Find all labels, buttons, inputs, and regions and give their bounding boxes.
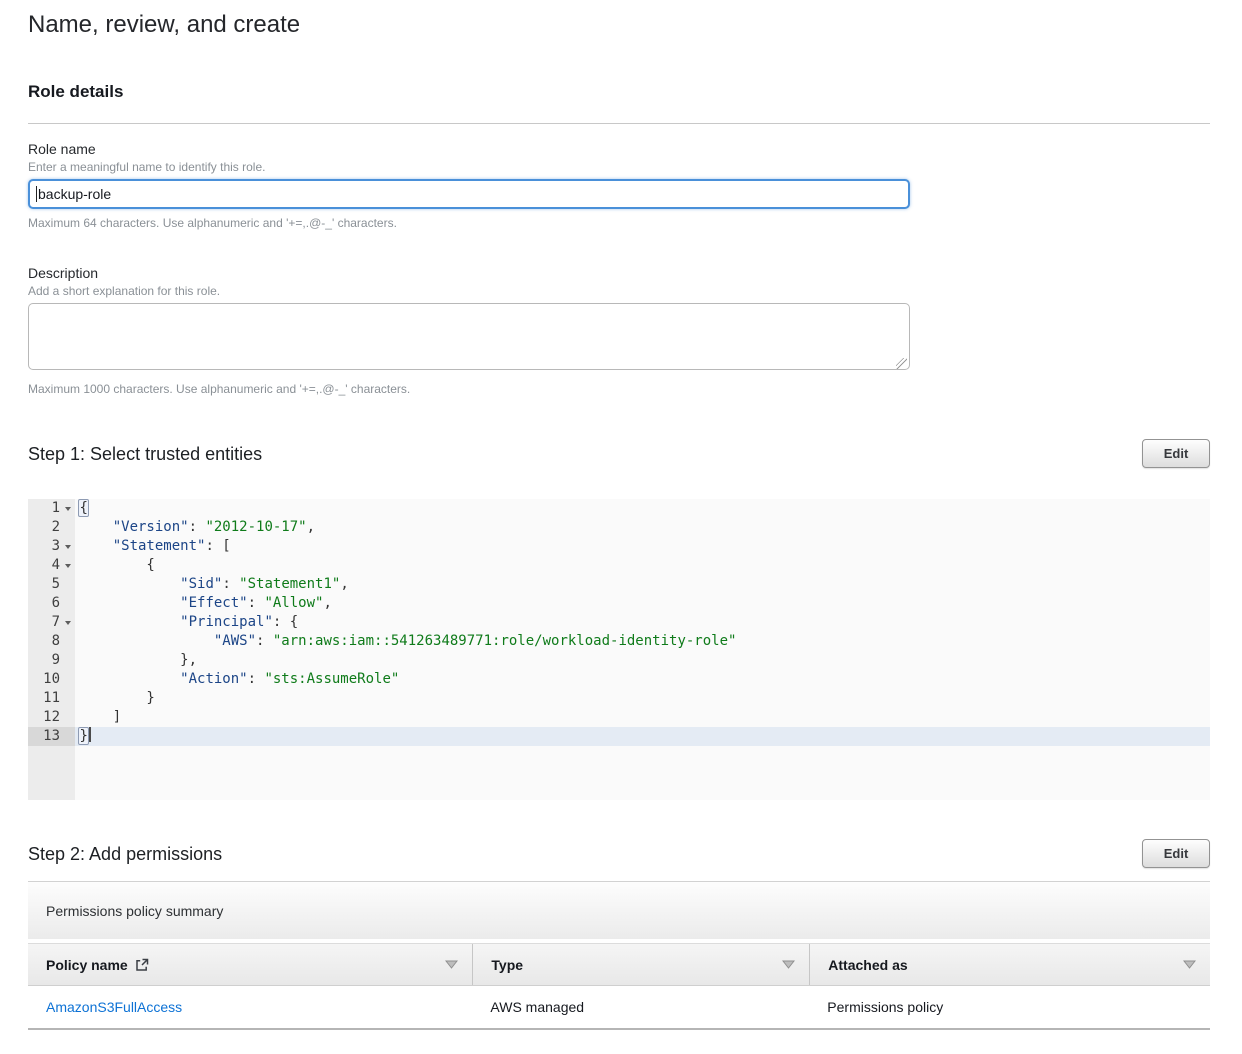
step2-header: Step 2: Add permissions Edit (28, 839, 1210, 868)
permissions-panel-title: Permissions policy summary (28, 882, 1210, 939)
policy-attached-as: Permissions policy (809, 999, 1210, 1015)
external-link-icon (135, 958, 149, 972)
sort-icon[interactable] (1183, 960, 1196, 969)
description-textarea[interactable] (28, 303, 910, 370)
gutter-line-number: 10 (28, 670, 75, 689)
text-caret (36, 186, 37, 202)
code-line-7[interactable]: "Principal": { (79, 613, 1210, 632)
gutter-line-number: 6 (28, 594, 75, 613)
gutter-line-number: 13 (28, 727, 75, 746)
code-line-2[interactable]: "Version": "2012-10-17", (79, 518, 1210, 537)
sort-icon[interactable] (445, 960, 458, 969)
step1-header: Step 1: Select trusted entities Edit (28, 439, 1210, 468)
step2-heading: Step 2: Add permissions (28, 842, 222, 866)
role-details-heading: Role details (28, 82, 1210, 102)
code-line-12[interactable]: ] (79, 708, 1210, 727)
page-title: Name, review, and create (28, 10, 1210, 40)
step1-edit-button[interactable]: Edit (1142, 439, 1210, 468)
editor-gutter: 12345678910111213 (28, 499, 75, 800)
gutter-line-number: 8 (28, 632, 75, 651)
editor-caret (89, 727, 91, 742)
code-line-6[interactable]: "Effect": "Allow", (79, 594, 1210, 613)
code-line-9[interactable]: }, (79, 651, 1210, 670)
step2-edit-button[interactable]: Edit (1142, 839, 1210, 868)
role-name-input[interactable] (28, 179, 910, 209)
column-header-attached-as[interactable]: Attached as (809, 944, 1210, 985)
code-line-13[interactable]: } (75, 727, 1210, 746)
fold-arrow-icon[interactable] (65, 507, 71, 511)
policy-table-body: AmazonS3FullAccess AWS managedPermissions… (28, 986, 1210, 1030)
type-header-label: Type (491, 957, 523, 973)
code-line-3[interactable]: "Statement": [ (79, 537, 1210, 556)
code-line-10[interactable]: "Action": "sts:AssumeRole" (79, 670, 1210, 689)
gutter-line-number: 4 (28, 556, 75, 575)
policy-name-header-label: Policy name (46, 957, 128, 973)
code-line-4[interactable]: { (79, 556, 1210, 575)
gutter-line-number: 1 (28, 499, 75, 518)
fold-arrow-icon[interactable] (65, 564, 71, 568)
section-divider (28, 123, 1210, 124)
sort-icon[interactable] (782, 960, 795, 969)
policy-type: AWS managed (472, 999, 809, 1015)
editor-code[interactable]: { "Version": "2012-10-17", "Statement": … (75, 499, 1210, 800)
gutter-line-number: 7 (28, 613, 75, 632)
description-label: Description (28, 265, 1210, 282)
attached-as-header-label: Attached as (828, 957, 907, 973)
column-header-type[interactable]: Type (472, 944, 809, 985)
page: Name, review, and create Role details Ro… (0, 0, 1242, 1054)
fold-arrow-icon[interactable] (65, 545, 71, 549)
policy-name-link[interactable]: AmazonS3FullAccess (46, 999, 182, 1015)
role-name-constraint: Maximum 64 characters. Use alphanumeric … (28, 216, 1210, 231)
resize-grip-icon[interactable] (896, 358, 907, 369)
code-line-5[interactable]: "Sid": "Statement1", (79, 575, 1210, 594)
description-constraint: Maximum 1000 characters. Use alphanumeri… (28, 382, 1210, 397)
gutter-line-number: 5 (28, 575, 75, 594)
role-name-input-wrap (28, 179, 910, 209)
description-help: Add a short explanation for this role. (28, 284, 1210, 299)
gutter-line-number: 3 (28, 537, 75, 556)
code-line-1[interactable]: { (79, 499, 1210, 518)
column-header-policy-name[interactable]: Policy name (28, 944, 472, 985)
policy-table: Policy name Type (28, 943, 1210, 1030)
gutter-line-number: 2 (28, 518, 75, 537)
code-line-11[interactable]: } (79, 689, 1210, 708)
description-textarea-wrap (28, 303, 910, 375)
fold-arrow-icon[interactable] (65, 621, 71, 625)
code-line-8[interactable]: "AWS": "arn:aws:iam::541263489771:role/w… (79, 632, 1210, 651)
gutter-line-number: 9 (28, 651, 75, 670)
gutter-line-number: 11 (28, 689, 75, 708)
trust-policy-editor[interactable]: 12345678910111213 { "Version": "2012-10-… (28, 499, 1210, 800)
permissions-panel: Permissions policy summary Policy name (28, 881, 1210, 1030)
policy-table-header: Policy name Type (28, 943, 1210, 986)
gutter-line-number: 12 (28, 708, 75, 727)
step1-heading: Step 1: Select trusted entities (28, 442, 262, 466)
role-name-help: Enter a meaningful name to identify this… (28, 160, 1210, 175)
table-row: AmazonS3FullAccess AWS managedPermissions… (28, 986, 1210, 1030)
role-name-label: Role name (28, 141, 1210, 158)
